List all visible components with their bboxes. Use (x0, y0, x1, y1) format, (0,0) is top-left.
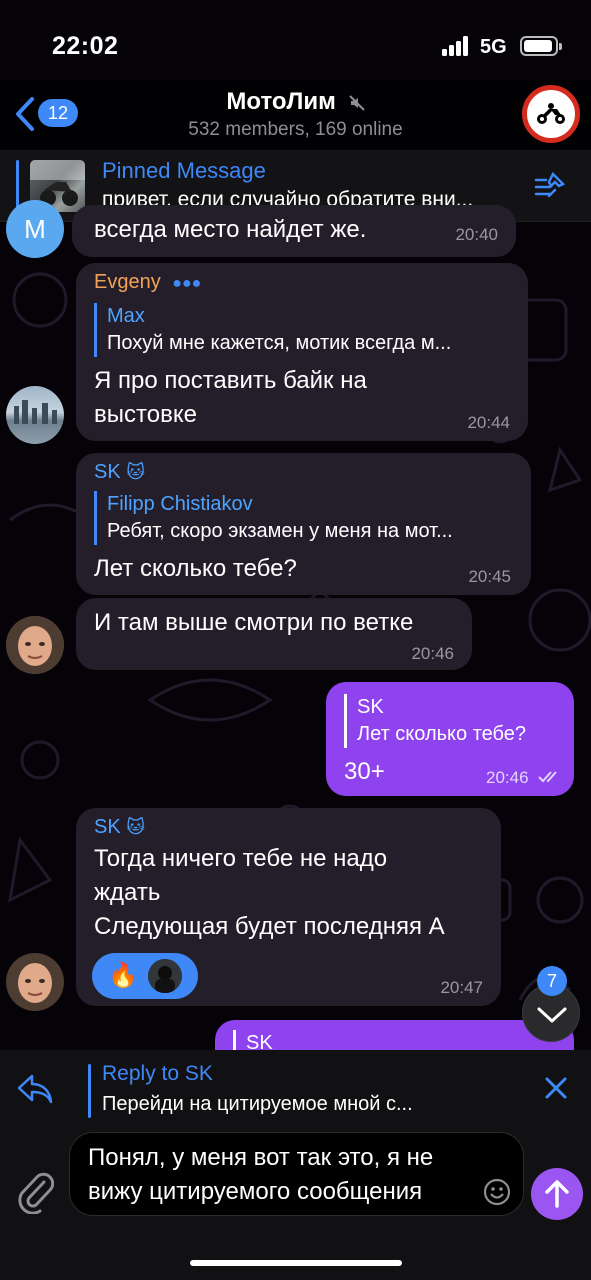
avatar[interactable] (6, 386, 64, 444)
sender-name: SK 🐱 (94, 816, 145, 839)
message-text: Лет сколько тебе? (94, 555, 297, 582)
message-text: 30+ (344, 758, 385, 785)
message-text: И там выше смотри по ветке (94, 609, 414, 636)
home-indicator (190, 1260, 402, 1266)
message-line: выстовке (94, 401, 197, 428)
message-line: ждать (94, 879, 161, 906)
message-input[interactable]: Понял, у меня вот так это, я не вижу цит… (69, 1132, 524, 1216)
message-text: Тогда ничего тебе не надо ждать Следующа… (94, 842, 445, 944)
chat-header: 12 МотоЛим 532 members, 169 online (0, 80, 591, 150)
status-time: 22:02 (52, 32, 119, 60)
reply-quote-text: Лет сколько тебе? (357, 723, 527, 745)
reply-quote-name: Filipp Chistiakov (107, 493, 253, 515)
message-bubble[interactable]: И там выше смотри по ветке 20:46 (76, 598, 472, 670)
reply-to-title: Reply to SK (102, 1062, 213, 1085)
reply-quote-name: Max (107, 305, 145, 327)
reply-indicator (88, 1064, 91, 1118)
avatar[interactable] (6, 616, 64, 674)
send-button[interactable] (531, 1168, 583, 1220)
avatar[interactable]: М (6, 200, 64, 258)
reply-quote[interactable]: Filipp Chistiakov Ребят, скоро экзамен у… (94, 491, 514, 545)
reaction-chip[interactable]: 🔥 (92, 953, 198, 999)
status-bar: 22:02 5G (0, 0, 591, 90)
network-type: 5G (480, 36, 507, 58)
message-time: 20:47 (440, 978, 483, 997)
emoji-status-icon: 🐱 (126, 817, 146, 837)
reply-quote-text: Ребят, скоро экзамен у меня на мот... (107, 520, 453, 542)
reply-arrow-icon (17, 1074, 53, 1104)
composer-panel: Reply to SK Перейди на цитируемое мной с… (0, 1050, 591, 1280)
emoji-icon[interactable] (482, 1177, 512, 1207)
message-time: 20:45 (468, 567, 511, 586)
reaction-user-avatar (148, 959, 182, 993)
typing-dots-icon: ●●● (172, 275, 202, 292)
message-bubble-outgoing[interactable]: SK Лет сколько тебе? 30+ 20:46 (326, 682, 574, 796)
sender-name-text: Evgeny (94, 271, 161, 293)
sender-name: SK 🐱 (94, 461, 145, 484)
reply-quote[interactable]: Max Похуй мне кажется, мотик всегда м... (94, 303, 510, 357)
pinned-title: Pinned Message (102, 158, 266, 183)
sender-name-text: SK (94, 816, 121, 838)
signal-icon (442, 36, 474, 56)
sender-name-text: SK (94, 461, 121, 483)
paperclip-icon[interactable] (14, 1168, 54, 1214)
emoji-status-icon: 🐱 (126, 462, 146, 482)
read-checkmarks-icon (538, 771, 557, 783)
message-bubble[interactable]: всегда место найдет же. 20:40 (72, 205, 516, 257)
reply-quote[interactable]: SK Лет сколько тебе? (344, 694, 558, 748)
chat-title[interactable]: МотоЛим (0, 88, 591, 116)
unread-count-badge: 7 (537, 966, 567, 996)
message-time: 20:40 (455, 225, 498, 244)
chat-title-text: МотоЛим (226, 88, 336, 115)
group-avatar[interactable] (522, 85, 580, 143)
reply-quote-text: Похуй мне кажется, мотик всегда м... (107, 332, 452, 354)
message-text: всегда место найдет же. (94, 216, 367, 243)
message-input-text: Понял, у меня вот так это, я не вижу цит… (88, 1144, 434, 1205)
reply-to-preview: Перейди на цитируемое мной с... (102, 1093, 413, 1115)
sender-name: Evgeny ●●● (94, 271, 201, 294)
message-bubble[interactable]: SK 🐱 Filipp Chistiakov Ребят, скоро экза… (76, 453, 531, 595)
message-line: Следующая будет последняя А (94, 913, 445, 940)
message-time: 20:46 (486, 768, 529, 787)
reply-quote-name: SK (357, 696, 384, 718)
reaction-emoji: 🔥 (108, 962, 138, 989)
pinned-list-icon[interactable] (533, 170, 567, 202)
message-bubble[interactable]: Evgeny ●●● Max Похуй мне кажется, мотик … (76, 263, 528, 441)
chat-subtitle: 532 members, 169 online (188, 119, 403, 140)
message-time: 20:46 (411, 644, 454, 663)
message-time: 20:44 (467, 413, 510, 432)
close-icon[interactable] (540, 1072, 572, 1104)
avatar[interactable] (6, 953, 64, 1011)
battery-icon (520, 36, 562, 56)
muted-icon (348, 94, 365, 111)
avatar-letter: М (24, 214, 46, 244)
arrow-up-icon (545, 1180, 569, 1208)
message-line: Тогда ничего тебе не надо (94, 845, 388, 872)
message-text: Я про поставить байк на выстовке (94, 364, 367, 432)
message-line: Я про поставить байк на (94, 367, 367, 394)
